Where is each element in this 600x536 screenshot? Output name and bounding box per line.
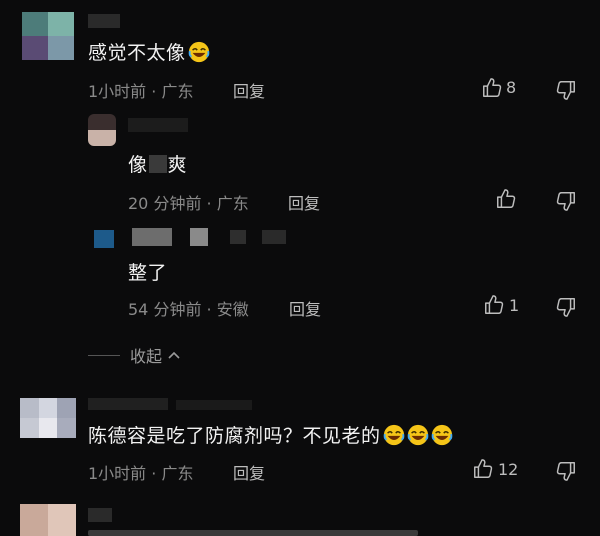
reply-text-tail: 爽 <box>167 154 188 176</box>
reply-meta: 54 分钟前 · 安徽 <box>128 296 249 320</box>
comment-location: 广东 <box>161 464 194 483</box>
collapse-replies-button[interactable]: 收起 <box>88 343 182 367</box>
comment-text: 感觉不太像 <box>88 38 210 65</box>
avatar[interactable] <box>88 114 116 146</box>
reply-text: 像爽 <box>128 150 187 177</box>
thumbs-up-icon[interactable] <box>472 458 494 480</box>
thumbs-up-icon[interactable] <box>483 294 505 316</box>
meta-dot: · <box>151 82 157 101</box>
laughing-emoji-icon <box>431 424 452 446</box>
avatar[interactable] <box>20 398 76 438</box>
reply-button[interactable]: 回复 <box>233 460 265 484</box>
comment-text-content: 感觉不太像 <box>88 42 186 64</box>
like-count: 12 <box>498 460 519 479</box>
laughing-emoji-icon <box>383 424 404 446</box>
meta-dot: · <box>206 300 212 319</box>
avatar[interactable] <box>94 230 114 248</box>
thumbs-down-icon[interactable] <box>555 190 577 212</box>
comment-meta: 1小时前 · 广东 <box>88 78 193 102</box>
thumbs-down-icon[interactable] <box>555 460 577 482</box>
divider <box>88 354 120 356</box>
comment-text-content: 陈德容是吃了防腐剂吗？不见老的 <box>88 425 381 447</box>
laughing-emoji-icon <box>188 41 209 63</box>
thumbs-up-icon[interactable] <box>495 188 517 210</box>
comment-meta: 1小时前 · 广东 <box>88 460 193 484</box>
reply-location: 广东 <box>216 194 249 213</box>
comment-time: 1小时前 <box>88 82 147 101</box>
comment-location: 广东 <box>161 82 194 101</box>
reply-button[interactable]: 回复 <box>288 190 320 214</box>
reply-button[interactable]: 回复 <box>233 78 265 102</box>
avatar[interactable] <box>20 504 76 536</box>
chevron-up-icon <box>168 351 180 359</box>
username-redacted[interactable] <box>88 508 112 522</box>
reply-button[interactable]: 回复 <box>289 296 321 320</box>
reply-time: 54 分钟前 <box>128 300 202 319</box>
meta-dot: · <box>206 194 212 213</box>
reply-text: 整了 <box>128 262 168 284</box>
like-count: 8 <box>506 78 517 97</box>
username-redacted[interactable] <box>128 118 188 132</box>
thumbs-down-icon[interactable] <box>555 296 577 318</box>
collapse-label: 收起 <box>130 347 163 366</box>
comment-text: 陈德容是吃了防腐剂吗？不见老的 <box>88 421 453 448</box>
like-count: 1 <box>509 296 520 315</box>
thumbs-up-icon[interactable] <box>481 77 503 99</box>
avatar[interactable] <box>22 12 74 60</box>
reply-location: 安徽 <box>216 300 249 319</box>
reply-time: 20 分钟前 <box>128 194 202 213</box>
reply-text-content: 像 <box>128 154 148 176</box>
reply-meta: 20 分钟前 · 广东 <box>128 190 249 214</box>
comment-time: 1小时前 <box>88 464 147 483</box>
redacted-word <box>148 155 167 173</box>
laughing-emoji-icon <box>407 424 428 446</box>
thumbs-down-icon[interactable] <box>555 79 577 101</box>
username-redacted[interactable] <box>88 14 120 28</box>
meta-dot: · <box>151 464 157 483</box>
